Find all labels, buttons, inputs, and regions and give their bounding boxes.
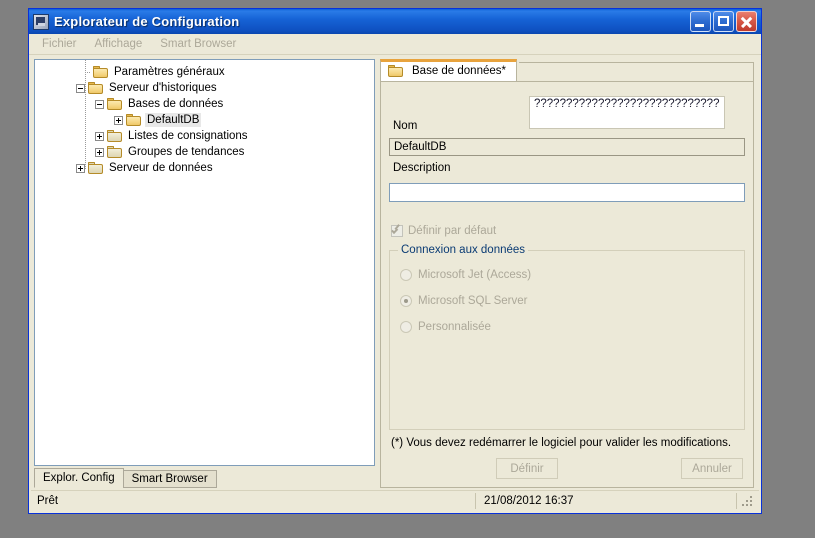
tree-node-parametres-generaux[interactable]: Paramètres généraux bbox=[35, 63, 374, 80]
configuration-tree[interactable]: Paramètres généraux Serveur d'historique… bbox=[34, 59, 375, 466]
window-title: Explorateur de Configuration bbox=[54, 14, 240, 29]
collapse-icon[interactable] bbox=[95, 99, 104, 109]
tree-node-label: Groupes de tendances bbox=[128, 146, 245, 158]
menu-bar: Fichier Affichage Smart Browser bbox=[29, 34, 761, 55]
menu-item-affichage[interactable]: Affichage bbox=[86, 36, 152, 52]
database-properties-panel: ????????????????????????????? Nom Defaul… bbox=[380, 81, 754, 488]
nom-value-field: DefaultDB bbox=[389, 138, 745, 156]
menu-item-fichier[interactable]: Fichier bbox=[33, 36, 86, 52]
radio-label: Microsoft SQL Server bbox=[418, 295, 528, 307]
radio-microsoft-sql-server[interactable]: Microsoft SQL Server bbox=[400, 295, 528, 307]
right-pane: Base de données* ???????????????????????… bbox=[380, 59, 754, 488]
description-label: Description bbox=[393, 162, 451, 174]
tooltip-popup: ????????????????????????????? bbox=[529, 96, 725, 129]
tree-node-groupes-tendances[interactable]: Groupes de tendances bbox=[35, 144, 374, 160]
tree-node-bases-de-donnees[interactable]: Bases de données bbox=[35, 96, 374, 112]
description-input[interactable] bbox=[389, 183, 745, 202]
tree-node-label: Listes de consignations bbox=[128, 130, 248, 142]
app-icon bbox=[33, 13, 49, 30]
tree-connector-icon bbox=[81, 63, 91, 77]
desktop-background: Explorateur de Configuration Fichier Aff… bbox=[0, 0, 815, 538]
title-bar: Explorateur de Configuration bbox=[29, 9, 761, 34]
definir-button[interactable]: Définir bbox=[496, 458, 558, 479]
expand-icon[interactable] bbox=[114, 115, 123, 125]
close-button[interactable] bbox=[736, 11, 757, 32]
tree-node-label: Serveur d'historiques bbox=[109, 82, 217, 94]
window-controls bbox=[690, 11, 759, 32]
tree-node-serveur-historiques[interactable]: Serveur d'historiques bbox=[35, 80, 374, 96]
radio-microsoft-jet[interactable]: Microsoft Jet (Access) bbox=[400, 269, 531, 281]
checkbox-label: Définir par défaut bbox=[408, 225, 497, 237]
annuler-button[interactable]: Annuler bbox=[681, 458, 743, 479]
tab-base-de-donnees[interactable]: Base de données* bbox=[380, 59, 517, 81]
restart-note: (*) Vous devez redémarrer le logiciel po… bbox=[391, 437, 732, 449]
folder-icon bbox=[107, 97, 123, 111]
folder-icon bbox=[126, 113, 142, 127]
definir-par-defaut-checkbox[interactable]: Définir par défaut bbox=[391, 225, 496, 237]
maximize-button[interactable] bbox=[713, 11, 734, 32]
folder-icon bbox=[88, 81, 104, 95]
right-tab-strip: Base de données* bbox=[380, 59, 754, 81]
tree-node-defaultdb[interactable]: DefaultDB bbox=[35, 112, 374, 128]
tab-explor-config[interactable]: Explor. Config bbox=[34, 468, 124, 488]
tab-label: Base de données* bbox=[412, 65, 506, 77]
radio-personnalisee[interactable]: Personnalisée bbox=[400, 321, 491, 333]
expand-icon[interactable] bbox=[76, 163, 85, 173]
connexion-aux-donnees-group: Connexion aux données Microsoft Jet (Acc… bbox=[389, 244, 745, 430]
radio-icon-selected bbox=[400, 295, 412, 307]
window-body: Paramètres généraux Serveur d'historique… bbox=[29, 55, 761, 488]
expand-icon[interactable] bbox=[95, 131, 104, 141]
folder-icon bbox=[93, 65, 109, 79]
nom-label: Nom bbox=[393, 120, 418, 132]
status-bar: Prêt 21/08/2012 16:37 bbox=[31, 490, 759, 511]
folder-icon bbox=[107, 145, 123, 159]
group-title: Connexion aux données bbox=[398, 244, 529, 256]
application-window: Explorateur de Configuration Fichier Aff… bbox=[28, 8, 762, 514]
folder-icon bbox=[388, 64, 404, 78]
tree-node-label: Paramètres généraux bbox=[114, 66, 225, 78]
resize-grip-icon[interactable] bbox=[740, 494, 756, 508]
menu-item-smart-browser[interactable]: Smart Browser bbox=[151, 36, 245, 52]
tree-node-label: Bases de données bbox=[128, 98, 224, 110]
status-message: Prêt bbox=[31, 493, 476, 509]
status-datetime: 21/08/2012 16:37 bbox=[476, 493, 737, 509]
expand-icon[interactable] bbox=[95, 147, 104, 157]
tab-smart-browser[interactable]: Smart Browser bbox=[122, 470, 217, 488]
radio-label: Microsoft Jet (Access) bbox=[418, 269, 532, 281]
radio-icon bbox=[400, 269, 412, 281]
left-tab-strip: Explor. Config Smart Browser bbox=[34, 468, 375, 488]
collapse-icon[interactable] bbox=[76, 83, 85, 93]
folder-icon bbox=[107, 129, 123, 143]
radio-icon bbox=[400, 321, 412, 333]
left-pane: Paramètres généraux Serveur d'historique… bbox=[34, 59, 375, 488]
radio-label: Personnalisée bbox=[418, 321, 491, 333]
tree-node-serveur-donnees[interactable]: Serveur de données bbox=[35, 160, 374, 176]
tab-strip-filler bbox=[519, 62, 754, 81]
minimize-button[interactable] bbox=[690, 11, 711, 32]
folder-icon bbox=[88, 161, 104, 175]
tree-node-label: DefaultDB bbox=[145, 113, 202, 127]
tree-node-label: Serveur de données bbox=[109, 162, 213, 174]
tree-node-listes-consignations[interactable]: Listes de consignations bbox=[35, 128, 374, 144]
checkbox-icon bbox=[391, 225, 403, 237]
